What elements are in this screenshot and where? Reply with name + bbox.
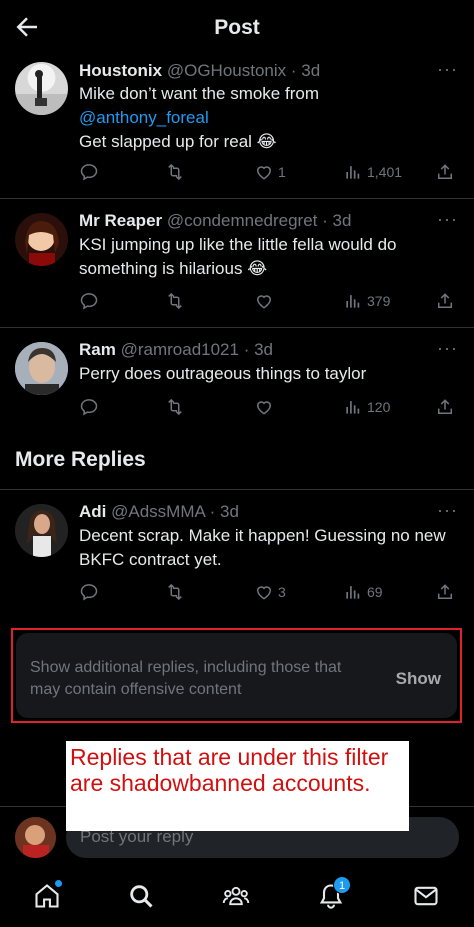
post-time: · 3d [209,502,239,521]
annotation-text: Replies that are under this filter are s… [70,744,389,796]
like-count: 1 [278,164,286,180]
reply-text: Perry does outrageous things to taylor [79,364,367,383]
reply-item[interactable]: Mr Reaper @condemnedregret · 3d ··· KSI … [0,199,474,328]
reply-icon[interactable] [79,160,99,184]
views-count: 120 [367,399,391,415]
author-handle[interactable]: @condemnedregret [167,211,318,230]
like-count: 3 [278,584,286,600]
reply-text-line: Get slapped up for real 😂 [79,132,277,151]
analytics-icon [346,401,360,414]
new-content-dot [55,880,62,887]
reply-item[interactable]: Ram @ramroad1021 · 3d ··· Perry does out… [0,328,474,436]
author-handle[interactable]: @OGHoustonix [167,61,286,80]
retweet-icon[interactable] [165,289,185,313]
share-icon[interactable] [435,395,455,419]
analytics-icon [346,166,360,179]
reply-meta: Adi @AdssMMA · 3d [79,502,239,522]
hidden-replies-text: Show additional replies, including those… [30,659,342,698]
avatar[interactable] [15,62,68,115]
more-options-icon[interactable]: ··· [437,59,458,80]
reply-icon[interactable] [79,580,99,604]
like-button[interactable] [254,289,278,313]
action-bar: 379 [79,289,459,313]
more-options-icon[interactable]: ··· [437,209,458,230]
notifications-icon[interactable]: 1 [317,876,351,912]
reply-meta: Mr Reaper @condemnedregret · 3d [79,211,351,231]
home-icon[interactable] [33,880,63,912]
action-bar: 1 1,401 [79,160,459,184]
share-icon[interactable] [435,160,455,184]
share-icon[interactable] [435,289,455,313]
reply-text-line: Mike don’t want the smoke from [79,84,319,103]
views-count: 379 [367,293,391,309]
reply-icon[interactable] [79,289,99,313]
views-button[interactable]: 379 [343,289,390,313]
avatar[interactable] [15,504,68,557]
post-time: · 3d [290,61,321,80]
action-bar: 120 [79,395,459,419]
heart-icon [256,586,272,600]
reply-text: Mike don’t want the smoke from @anthony_… [79,82,459,154]
like-button[interactable]: 1 [254,160,286,184]
avatar[interactable] [15,342,68,395]
avatar[interactable] [15,213,68,266]
views-button[interactable]: 1,401 [343,160,402,184]
reply-meta: Ram @ramroad1021 · 3d [79,340,273,360]
post-time: · 3d [243,340,274,359]
heart-icon [256,166,272,180]
reply-item[interactable]: Houstonix @OGHoustonix · 3d ··· Mike don… [0,54,474,199]
notification-badge: 1 [333,876,351,894]
action-bar: 3 69 [79,580,459,604]
avatar[interactable] [15,817,56,858]
author-handle[interactable]: @ramroad1021 [121,340,239,359]
analytics-icon [346,295,360,308]
heart-icon [256,295,272,309]
page-title: Post [214,16,260,39]
views-count: 69 [367,584,383,600]
mention-link[interactable]: @anthony_foreal [79,106,459,130]
analytics-icon [346,586,360,599]
reply-item[interactable]: Adi @AdssMMA · 3d ··· Decent scrap. Make… [0,490,474,608]
bottom-nav: 1 [0,870,474,927]
author-handle[interactable]: @AdssMMA [111,502,205,521]
views-count: 1,401 [367,164,403,180]
retweet-icon[interactable] [165,395,185,419]
post-time: · 3d [322,211,352,230]
retweet-icon[interactable] [165,580,185,604]
retweet-icon[interactable] [165,160,185,184]
more-replies-heading: More Replies [15,448,146,471]
author-name[interactable]: Houstonix [79,61,162,80]
heart-icon [256,401,272,415]
show-button[interactable]: Show [396,669,441,689]
reply-icon[interactable] [79,395,99,419]
views-button[interactable]: 120 [343,395,390,419]
author-name[interactable]: Mr Reaper [79,211,162,230]
annotation-note: Replies that are under this filter are s… [66,741,409,831]
views-button[interactable]: 69 [343,580,383,604]
share-icon[interactable] [435,580,455,604]
search-icon[interactable] [127,882,157,912]
messages-icon[interactable] [412,882,442,912]
reply-text: KSI jumping up like the little fella wou… [79,235,397,278]
hidden-replies-highlight: Show additional replies, including those… [11,628,462,723]
more-options-icon[interactable]: ··· [437,500,458,521]
communities-icon[interactable] [222,882,252,912]
reply-text: Decent scrap. Make it happen! Guessing n… [79,526,446,569]
more-options-icon[interactable]: ··· [437,338,458,359]
author-name[interactable]: Ram [79,340,116,359]
like-button[interactable]: 3 [254,580,286,604]
author-name[interactable]: Adi [79,502,106,521]
hidden-replies-prompt[interactable]: Show additional replies, including those… [16,633,457,718]
top-bar: Post [0,0,474,54]
like-button[interactable] [254,395,278,419]
reply-meta: Houstonix @OGHoustonix · 3d [79,61,320,81]
